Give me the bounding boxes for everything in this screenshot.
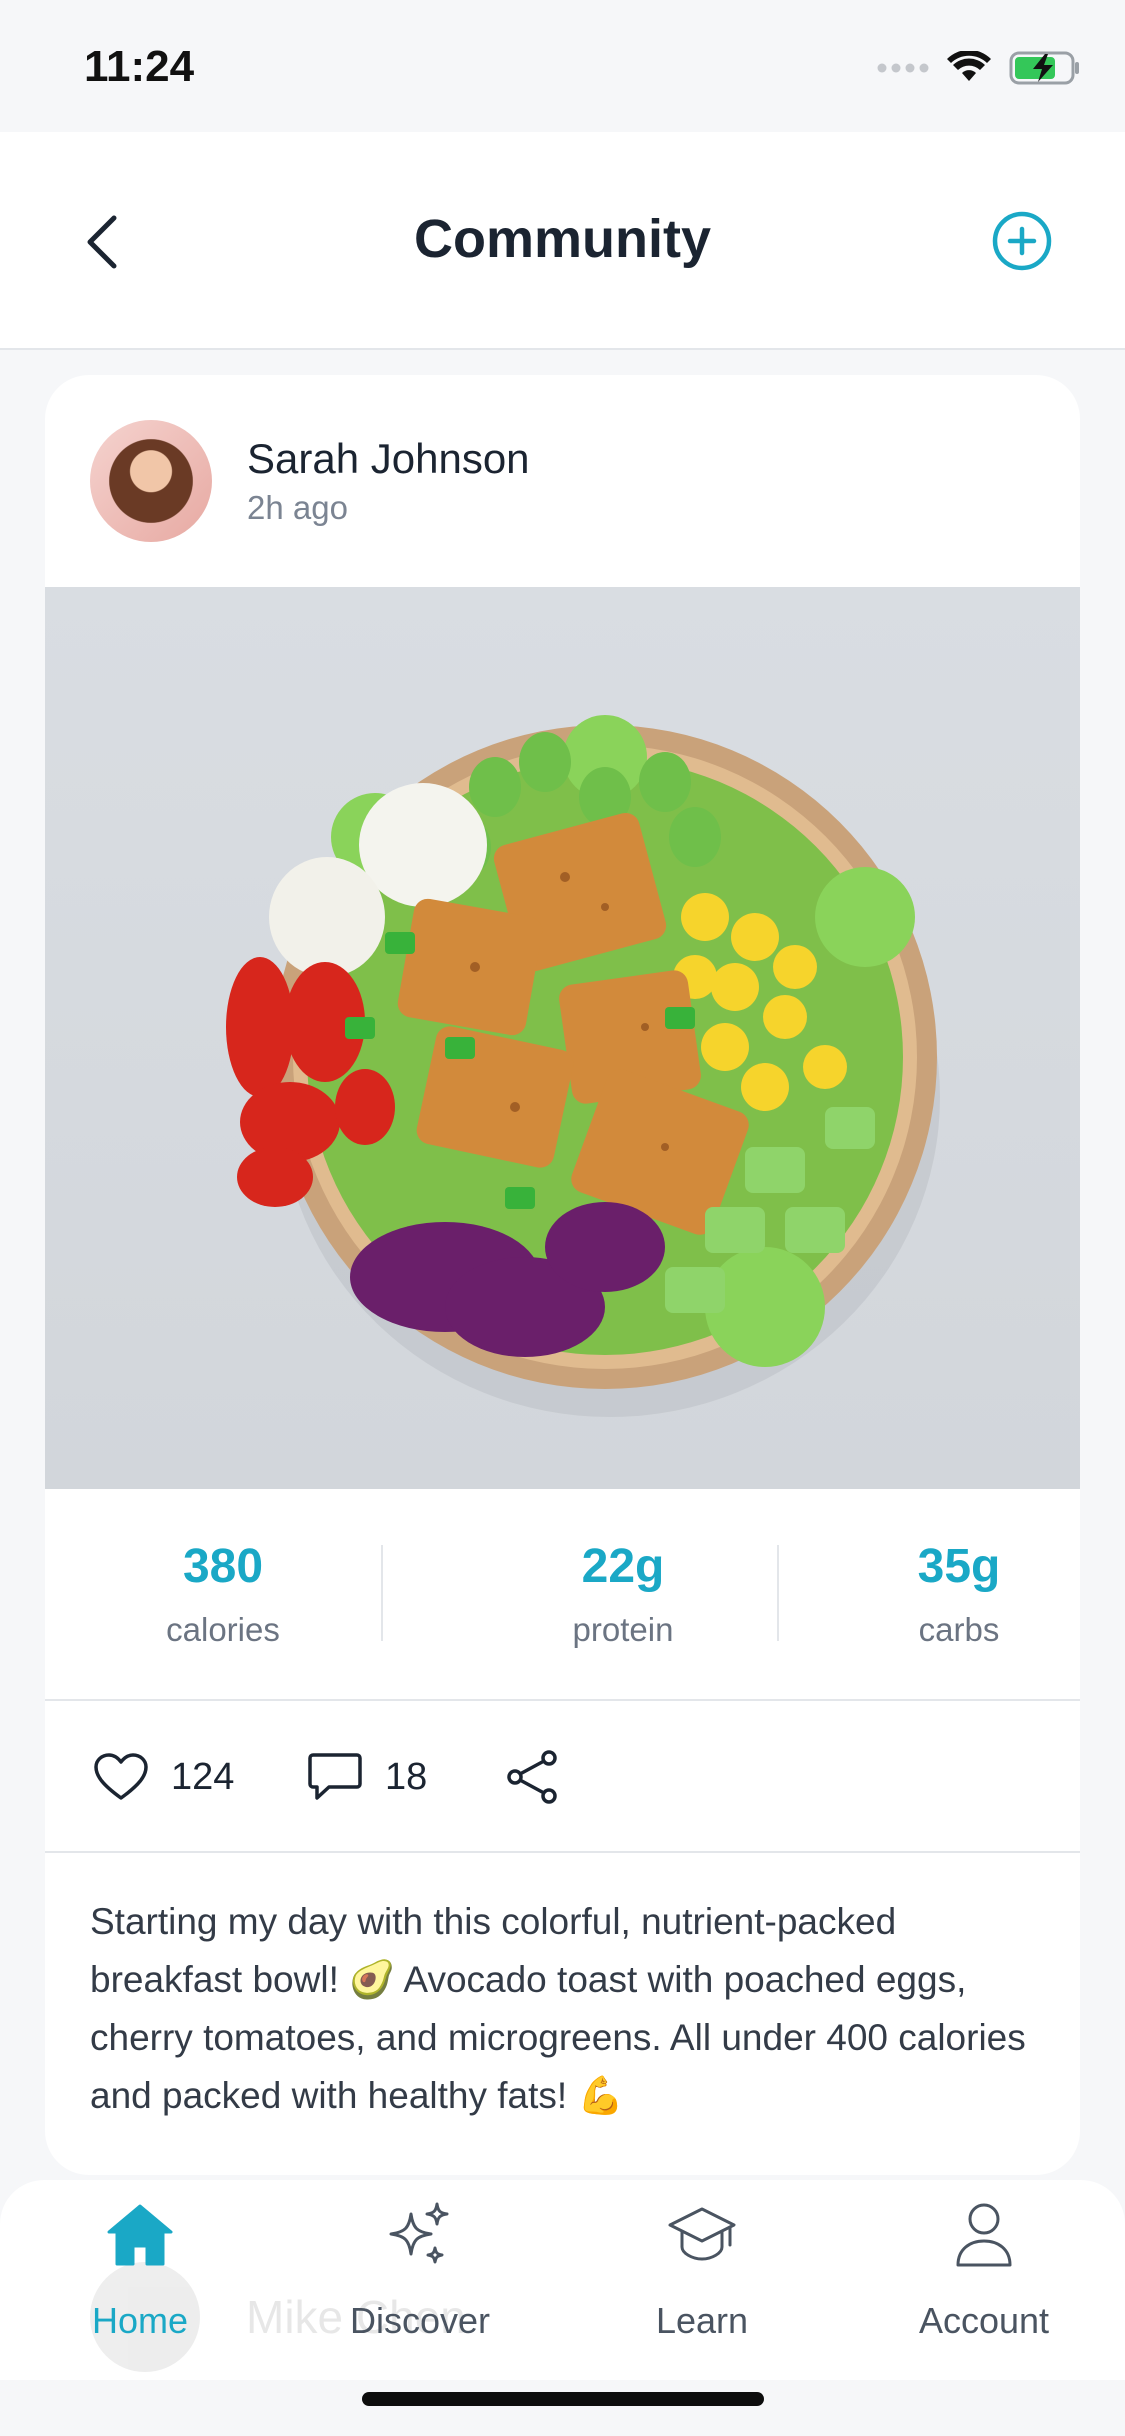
plus-circle-icon xyxy=(992,211,1052,271)
carbs-value: 35g xyxy=(917,1540,1001,1593)
sparkles-icon xyxy=(389,2202,449,2264)
home-icon xyxy=(107,2204,173,2266)
stat-divider xyxy=(777,1545,779,1641)
cellular-signal-icon xyxy=(877,63,929,73)
calories-value: 380 xyxy=(182,1540,264,1593)
wifi-icon xyxy=(947,51,991,81)
share-icon xyxy=(507,1750,557,1804)
post-image[interactable] xyxy=(45,587,1080,1489)
comment-count: 18 xyxy=(385,1755,428,1798)
share-button[interactable] xyxy=(505,1747,559,1807)
status-bar: 11:24 xyxy=(0,0,1125,132)
navigation-bar: Community xyxy=(0,132,1125,350)
carbs-stat: 35g carbs xyxy=(839,1489,1079,1701)
protein-value: 22g xyxy=(581,1540,665,1593)
page-title: Community xyxy=(414,209,711,269)
heart-icon xyxy=(94,1753,148,1800)
calories-label: calories xyxy=(166,1611,280,1648)
tab-label: Home xyxy=(91,2300,189,2341)
food-bowl-illustration xyxy=(226,715,940,1417)
tab-account[interactable]: Account xyxy=(854,2190,1114,2360)
like-count: 124 xyxy=(171,1755,235,1798)
status-icons xyxy=(877,48,1081,88)
carbs-label: carbs xyxy=(918,1611,1000,1648)
home-indicator xyxy=(362,2392,764,2406)
tab-label: Account xyxy=(918,2300,1050,2341)
like-button[interactable]: 124 xyxy=(93,1747,234,1807)
protein-label: protein xyxy=(572,1611,674,1648)
protein-stat: 22g protein xyxy=(453,1489,793,1701)
nutrition-stats: 380 calories 22g protein 35g carbs xyxy=(45,1489,1080,1701)
calories-stat: 380 calories xyxy=(53,1489,393,1701)
post-caption: Starting my day with this colorful, nutr… xyxy=(90,1901,1026,2116)
post-timestamp: 2h ago xyxy=(247,489,348,526)
tab-home[interactable]: Home xyxy=(10,2190,270,2360)
battery-charging-icon xyxy=(1009,51,1079,85)
author-name[interactable]: Sarah Johnson xyxy=(247,435,530,483)
stat-divider xyxy=(381,1545,383,1641)
new-post-button[interactable] xyxy=(991,210,1053,272)
post-card: Sarah Johnson 2h ago 380 calories 22g pr… xyxy=(45,375,1080,2175)
user-icon xyxy=(956,2203,1012,2267)
post-actions: 124 18 xyxy=(45,1701,1080,1853)
comment-button[interactable]: 18 xyxy=(307,1747,427,1807)
tab-learn[interactable]: Learn xyxy=(572,2190,832,2360)
author-avatar[interactable] xyxy=(90,420,212,542)
tab-discover[interactable]: Discover xyxy=(290,2190,550,2360)
comment-icon xyxy=(308,1753,362,1800)
tab-label: Discover xyxy=(349,2300,491,2341)
status-time: 11:24 xyxy=(84,42,195,91)
graduation-cap-icon xyxy=(668,2207,736,2261)
tab-label: Learn xyxy=(655,2300,749,2341)
